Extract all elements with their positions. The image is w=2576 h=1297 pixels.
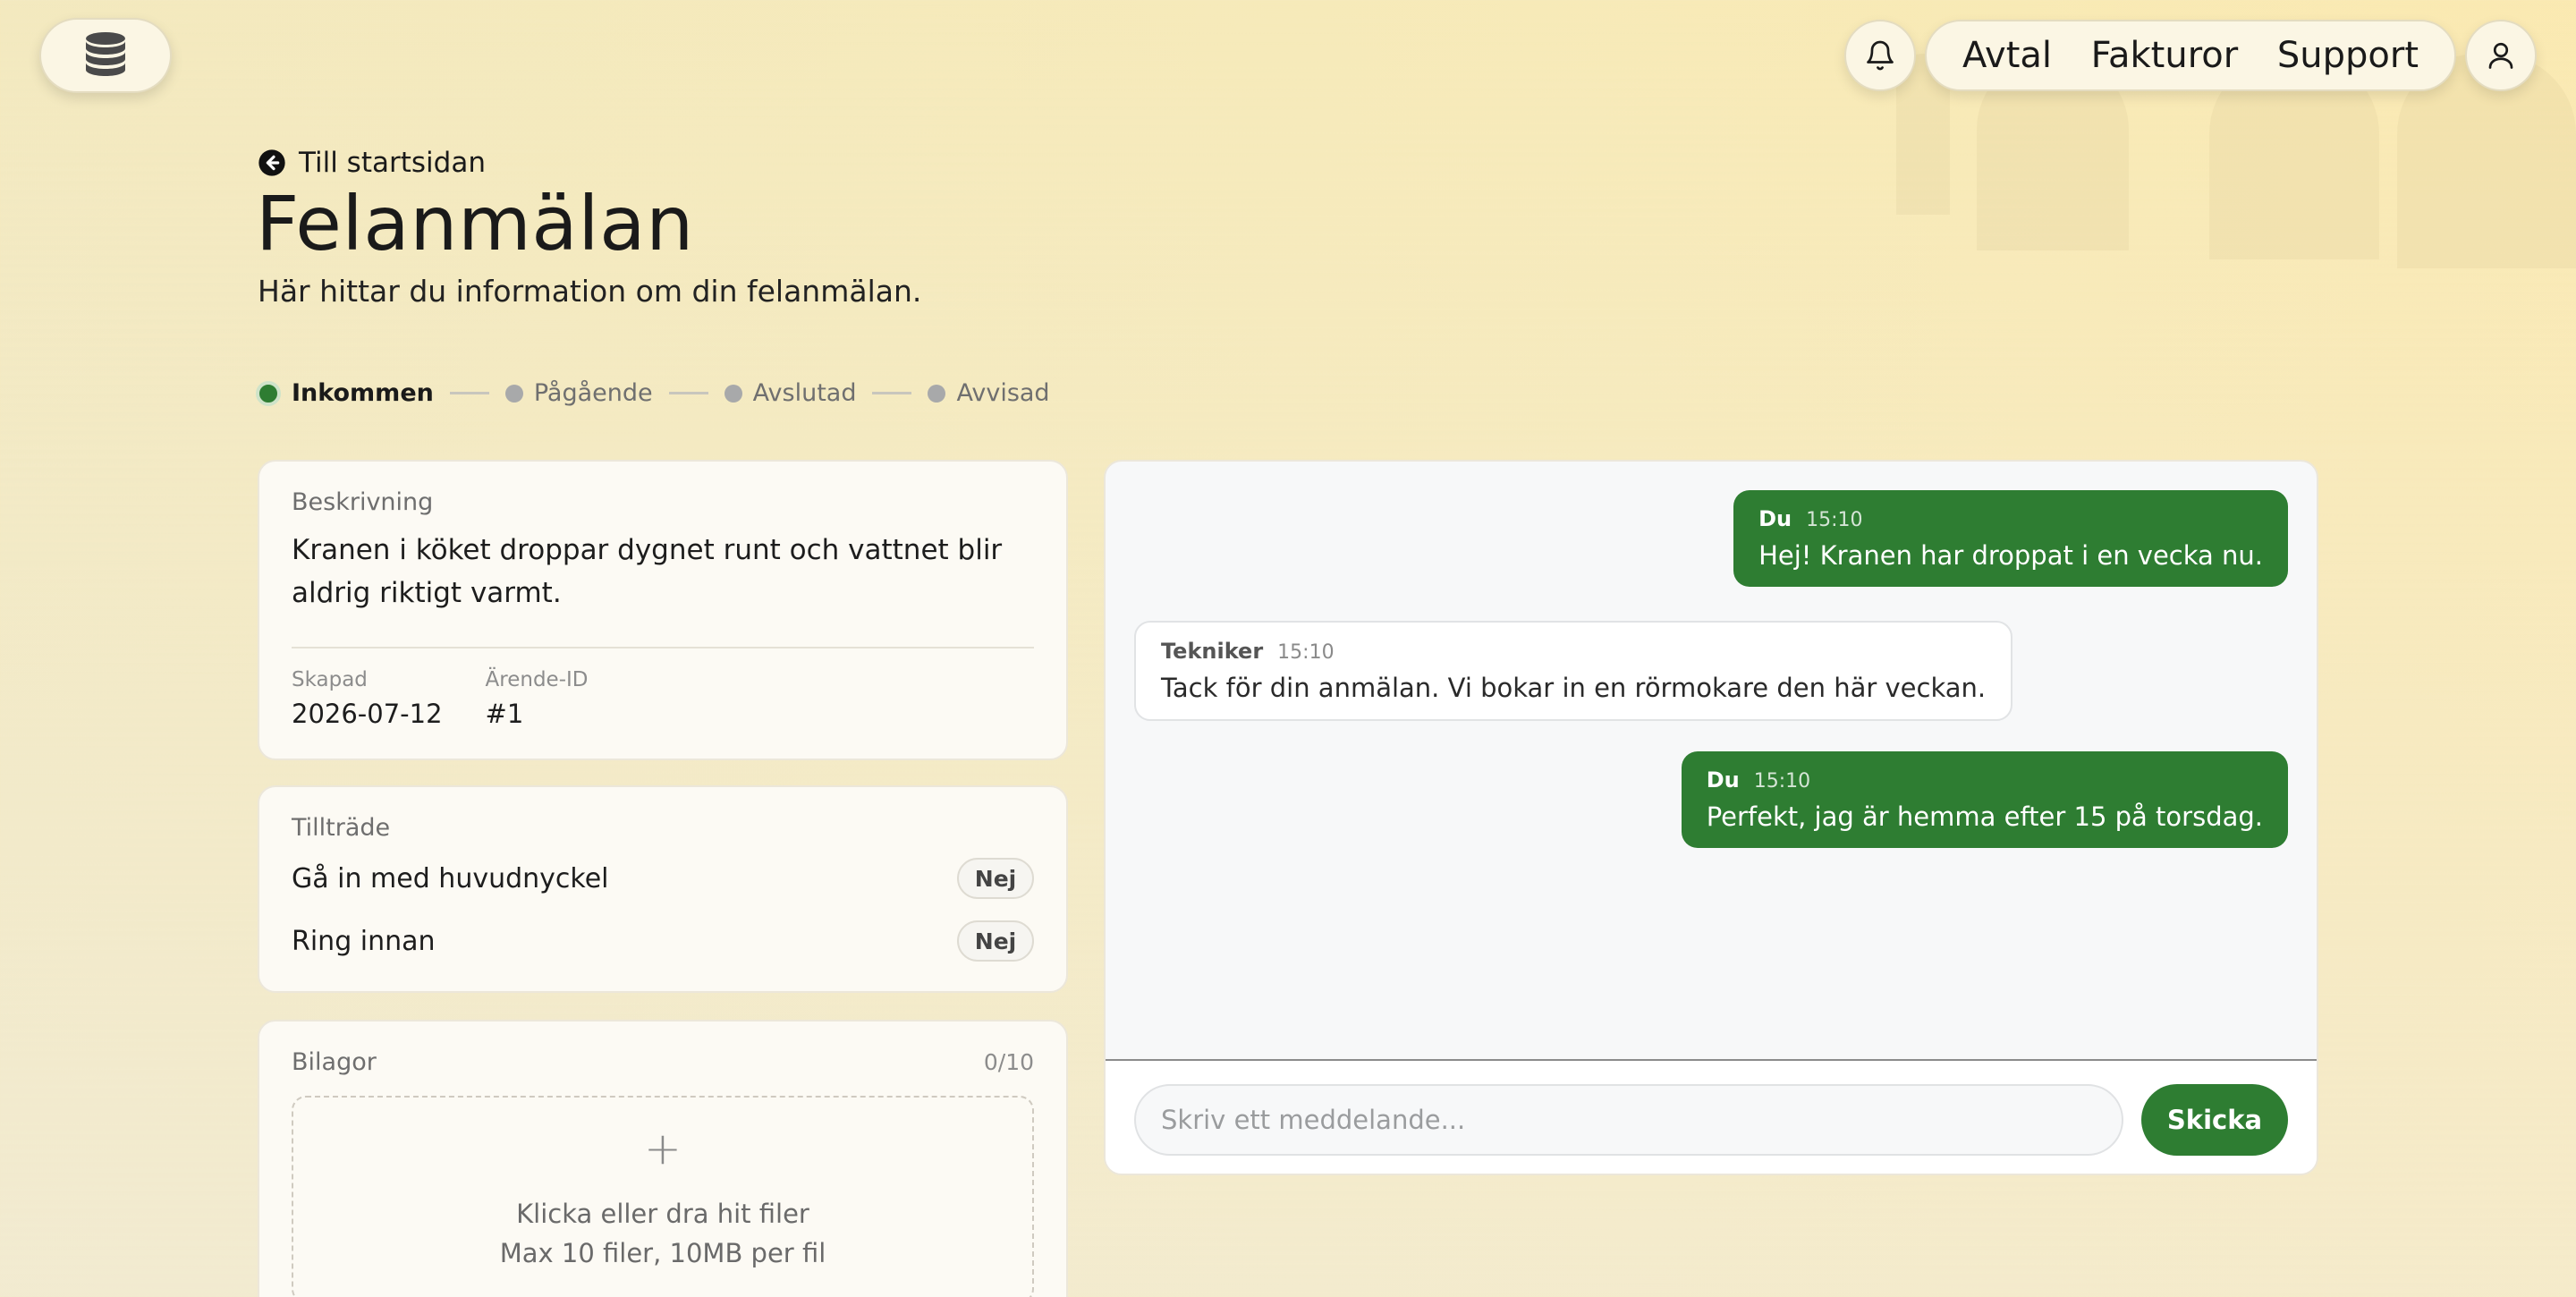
message-list[interactable]: Du 15:10 Hej! Kranen har droppat i en ve… [1106, 462, 2317, 1059]
status-stepper: Inkommen Pågående Avslutad Avvisad [256, 379, 1050, 407]
logo-button[interactable] [39, 18, 172, 93]
background-decoration [1771, 54, 2576, 322]
message-bubble-own: Du 15:10 Perfekt, jag är hemma efter 15 … [1681, 751, 2288, 848]
ticket-id-field: Ärende-ID #1 [486, 668, 589, 729]
plus-icon: + [644, 1123, 682, 1174]
nav-avtal[interactable]: Avtal [1962, 35, 2052, 76]
back-link-label: Till startsidan [299, 147, 486, 179]
step-active-dot-icon [256, 380, 281, 406]
profile-button[interactable] [2465, 20, 2537, 91]
attachments-label: Bilagor [292, 1048, 377, 1076]
message-author: Tekniker [1161, 639, 1264, 664]
message-time: 15:10 [1277, 641, 1335, 664]
notifications-button[interactable] [1844, 20, 1916, 91]
message-author: Du [1758, 506, 1792, 531]
bell-icon [1867, 40, 1894, 71]
ticket-id-value: #1 [485, 699, 524, 729]
page-title: Felanmälan [256, 180, 694, 267]
message-input[interactable] [1134, 1084, 2123, 1156]
created-label: Skapad [292, 668, 368, 691]
back-link[interactable]: Till startsidan [258, 147, 486, 179]
message-bubble-own: Du 15:10 Hej! Kranen har droppat i en ve… [1733, 490, 2288, 587]
step-label: Avvisad [956, 379, 1050, 407]
step-separator [449, 392, 489, 394]
page-subtitle: Här hittar du information om din felanmä… [258, 274, 922, 309]
chat-panel: Du 15:10 Hej! Kranen har droppat i en ve… [1104, 460, 2318, 1175]
message-header: Du 15:10 [1758, 506, 2263, 531]
step-label: Inkommen [292, 379, 434, 407]
access-card: Tillträde Gå in med huvudnyckel Nej Ring… [258, 785, 1068, 993]
created-value: 2026-07-12 [292, 699, 443, 729]
step-pagaende: Pågående [504, 379, 653, 407]
access-row-master-key: Gå in med huvudnyckel Nej [292, 852, 1034, 904]
file-dropzone[interactable]: + Klicka eller dra hit filer Max 10 file… [292, 1096, 1034, 1297]
nav-fakturor[interactable]: Fakturor [2091, 35, 2239, 76]
access-label: Tillträde [292, 814, 391, 842]
step-label: Pågående [533, 379, 653, 407]
step-separator [668, 392, 708, 394]
ticket-meta: Skapad 2026-07-12 Ärende-ID #1 [292, 668, 1034, 729]
step-avslutad: Avslutad [724, 379, 857, 407]
database-logo-icon [86, 32, 125, 76]
step-label: Avslutad [752, 379, 857, 407]
dropzone-limit-text: Max 10 filer, 10MB per fil [499, 1238, 826, 1268]
nav-support[interactable]: Support [2277, 35, 2419, 76]
step-dot-icon [724, 384, 742, 403]
message-text: Tack för din anmälan. Vi bokar in en rör… [1161, 673, 1987, 703]
message-header: Tekniker 15:10 [1161, 639, 1986, 664]
step-inkommen: Inkommen [256, 379, 434, 407]
message-text: Hej! Kranen har droppat i en vecka nu. [1758, 540, 2263, 571]
dropzone-text: Klicka eller dra hit filer [516, 1199, 809, 1229]
message-text: Perfekt, jag är hemma efter 15 på torsda… [1706, 801, 2263, 832]
description-text: Kranen i köket droppar dygnet runt och v… [292, 534, 1003, 609]
description-card: Beskrivning Kranen i köket droppar dygne… [258, 460, 1068, 760]
access-item-label: Gå in med huvudnyckel [292, 862, 609, 894]
message-time: 15:10 [1806, 509, 1863, 531]
attachments-count: 0/10 [983, 1049, 1034, 1075]
status-badge: Nej [957, 858, 1034, 899]
user-icon [2488, 42, 2513, 69]
created-field: Skapad 2026-07-12 [292, 668, 443, 729]
step-avvisad: Avvisad [928, 379, 1050, 407]
send-button[interactable]: Skicka [2141, 1084, 2288, 1156]
attachments-card: Bilagor 0/10 + Klicka eller dra hit file… [258, 1020, 1068, 1297]
step-dot-icon [928, 384, 946, 403]
ticket-id-label: Ärende-ID [485, 668, 589, 691]
main-nav: Avtal Fakturor Support [1925, 20, 2456, 91]
arrow-left-circle-icon [258, 149, 285, 176]
attachments-header: Bilagor 0/10 [292, 1048, 1034, 1076]
status-badge: Nej [957, 920, 1034, 962]
message-time: 15:10 [1753, 770, 1811, 793]
message-author: Du [1706, 767, 1740, 793]
description-label: Beskrivning [292, 488, 434, 516]
message-bubble-other: Tekniker 15:10 Tack för din anmälan. Vi … [1134, 621, 2013, 721]
message-composer: Skicka [1106, 1059, 2317, 1174]
access-row-call-before: Ring innan Nej [292, 915, 1034, 967]
divider [292, 647, 1034, 648]
access-item-label: Ring innan [292, 925, 436, 957]
step-separator [872, 392, 912, 394]
step-dot-icon [504, 384, 523, 403]
message-header: Du 15:10 [1707, 767, 2263, 793]
